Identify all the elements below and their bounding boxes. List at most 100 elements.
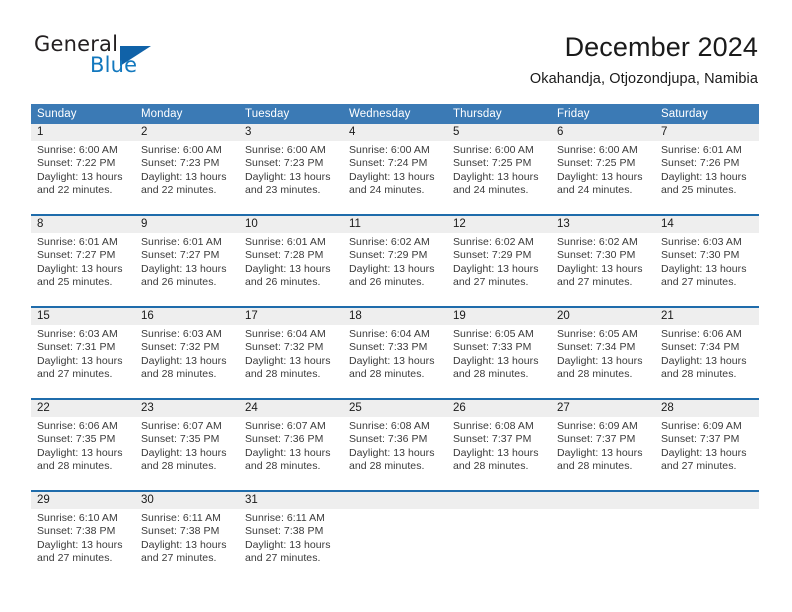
calendar-day-cell[interactable]: 22 Sunrise: 6:06 AM Sunset: 7:35 PM Dayligh… <box>31 400 135 480</box>
sunrise-text: Sunrise: 6:03 AM <box>141 328 222 340</box>
sunset-text: Sunset: 7:38 PM <box>141 525 220 538</box>
calendar-day-cell[interactable]: 3 Sunrise: 6:00 AM Sunset: 7:23 PM Daylight… <box>239 124 343 204</box>
sunset-text: Sunset: 7:31 PM <box>37 341 116 354</box>
day-details: Sunrise: 6:01 AM Sunset: 7:27 PM Daylight:… <box>135 233 239 290</box>
weekday-header-row: Sunday Monday Tuesday Wednesday Thursday Frid… <box>31 104 759 124</box>
daylight-text: Daylight: 13 hours <box>245 538 331 551</box>
daylight-text: Daylight: 13 hours <box>557 170 643 183</box>
daylight-text: Daylight: 13 hours <box>37 446 123 459</box>
calendar-day-cell[interactable]: 29 Sunrise: 6:10 AM Sunset: 7:38 PM Dayligh… <box>31 492 135 572</box>
calendar-day-cell[interactable]: 27 Sunrise: 6:09 AM Sunset: 7:37 PM Dayligh… <box>551 400 655 480</box>
sunset-text: Sunset: 7:38 PM <box>37 525 116 538</box>
daylight-text: and 22 minutes. <box>141 184 217 197</box>
daylight-text: Daylight: 13 hours <box>245 262 331 275</box>
day-number: 21 <box>655 308 759 325</box>
daylight-text: and 22 minutes. <box>37 184 113 197</box>
day-details: Sunrise: 6:05 AM Sunset: 7:34 PM Daylight:… <box>551 325 655 382</box>
calendar-day-cell[interactable]: 21 Sunrise: 6:06 AM Sunset: 7:34 PM Dayligh… <box>655 308 759 388</box>
day-number: 11 <box>343 216 447 233</box>
day-details: Sunrise: 6:00 AM Sunset: 7:23 PM Daylight:… <box>239 141 343 198</box>
calendar-day-cell[interactable]: 7 Sunrise: 6:01 AM Sunset: 7:26 PM Daylight… <box>655 124 759 204</box>
day-details: Sunrise: 6:00 AM Sunset: 7:25 PM Daylight:… <box>551 141 655 198</box>
calendar-day-cell[interactable]: 16 Sunrise: 6:03 AM Sunset: 7:32 PM Dayligh… <box>135 308 239 388</box>
weekday-header-wednesday: Wednesday <box>349 108 411 120</box>
calendar-day-cell[interactable]: 24 Sunrise: 6:07 AM Sunset: 7:36 PM Dayligh… <box>239 400 343 480</box>
daylight-text: Daylight: 13 hours <box>349 354 435 367</box>
sunrise-text: Sunrise: 6:04 AM <box>349 328 430 340</box>
calendar-day-cell[interactable]: 19 Sunrise: 6:05 AM Sunset: 7:33 PM Dayligh… <box>447 308 551 388</box>
day-details: Sunrise: 6:07 AM Sunset: 7:35 PM Daylight:… <box>135 417 239 474</box>
calendar-day-cell[interactable]: 8 Sunrise: 6:01 AM Sunset: 7:27 PM Daylight… <box>31 216 135 296</box>
weekday-header-monday: Monday <box>141 108 183 120</box>
day-number: 24 <box>239 400 343 417</box>
day-number: 20 <box>551 308 655 325</box>
day-details: Sunrise: 6:02 AM Sunset: 7:29 PM Daylight:… <box>447 233 551 290</box>
calendar-day-cell-empty <box>655 492 759 572</box>
sunset-text: Sunset: 7:27 PM <box>141 249 220 262</box>
calendar-day-cell[interactable]: 23 Sunrise: 6:07 AM Sunset: 7:35 PM Dayligh… <box>135 400 239 480</box>
day-details: Sunrise: 6:08 AM Sunset: 7:36 PM Daylight:… <box>343 417 447 474</box>
calendar-day-cell[interactable]: 5 Sunrise: 6:00 AM Sunset: 7:25 PM Daylight… <box>447 124 551 204</box>
calendar-day-cell[interactable]: 4 Sunrise: 6:00 AM Sunset: 7:24 PM Daylight… <box>343 124 447 204</box>
calendar-day-cell[interactable]: 14 Sunrise: 6:03 AM Sunset: 7:30 PM Dayligh… <box>655 216 759 296</box>
day-number: 29 <box>31 492 135 509</box>
calendar-day-cell[interactable]: 13 Sunrise: 6:02 AM Sunset: 7:30 PM Dayligh… <box>551 216 655 296</box>
page-title: December 2024 <box>564 32 758 62</box>
sunset-text: Sunset: 7:36 PM <box>349 433 428 446</box>
day-number: 16 <box>135 308 239 325</box>
day-number: 18 <box>343 308 447 325</box>
day-number: 8 <box>31 216 135 233</box>
calendar-day-cell[interactable]: 31 Sunrise: 6:11 AM Sunset: 7:38 PM Dayligh… <box>239 492 343 572</box>
day-number: 27 <box>551 400 655 417</box>
calendar-day-cell[interactable]: 11 Sunrise: 6:02 AM Sunset: 7:29 PM Dayligh… <box>343 216 447 296</box>
sunrise-text: Sunrise: 6:01 AM <box>37 236 118 248</box>
page-header: General Blue December 2024 Okahandja, Ot… <box>0 0 792 100</box>
daylight-text: and 28 minutes. <box>453 460 529 473</box>
calendar-day-cell[interactable]: 25 Sunrise: 6:08 AM Sunset: 7:36 PM Dayligh… <box>343 400 447 480</box>
calendar-day-cell[interactable]: 12 Sunrise: 6:02 AM Sunset: 7:29 PM Dayligh… <box>447 216 551 296</box>
calendar-weeks: 1 Sunrise: 6:00 AM Sunset: 7:22 PM Daylight… <box>31 124 759 572</box>
calendar-day-cell[interactable]: 26 Sunrise: 6:08 AM Sunset: 7:37 PM Dayligh… <box>447 400 551 480</box>
brand-logo[interactable]: General Blue <box>34 34 214 86</box>
day-number: 7 <box>655 124 759 141</box>
day-number: 10 <box>239 216 343 233</box>
calendar-day-cell[interactable]: 17 Sunrise: 6:04 AM Sunset: 7:32 PM Dayligh… <box>239 308 343 388</box>
calendar-day-cell[interactable]: 10 Sunrise: 6:01 AM Sunset: 7:28 PM Dayligh… <box>239 216 343 296</box>
sunset-text: Sunset: 7:30 PM <box>557 249 636 262</box>
day-number <box>447 492 551 509</box>
sunrise-text: Sunrise: 6:00 AM <box>37 144 118 156</box>
day-number <box>551 492 655 509</box>
calendar-day-cell[interactable]: 20 Sunrise: 6:05 AM Sunset: 7:34 PM Dayligh… <box>551 308 655 388</box>
day-number: 9 <box>135 216 239 233</box>
daylight-text: and 26 minutes. <box>245 276 321 289</box>
calendar-day-cell[interactable]: 9 Sunrise: 6:01 AM Sunset: 7:27 PM Daylight… <box>135 216 239 296</box>
daylight-text: Daylight: 13 hours <box>245 446 331 459</box>
calendar-day-cell[interactable]: 6 Sunrise: 6:00 AM Sunset: 7:25 PM Daylight… <box>551 124 655 204</box>
calendar-day-cell[interactable]: 18 Sunrise: 6:04 AM Sunset: 7:33 PM Dayligh… <box>343 308 447 388</box>
daylight-text: and 27 minutes. <box>245 552 321 565</box>
calendar-day-cell[interactable]: 1 Sunrise: 6:00 AM Sunset: 7:22 PM Daylight… <box>31 124 135 204</box>
daylight-text: Daylight: 13 hours <box>37 354 123 367</box>
calendar-day-cell[interactable]: 28 Sunrise: 6:09 AM Sunset: 7:37 PM Dayligh… <box>655 400 759 480</box>
sunrise-text: Sunrise: 6:04 AM <box>245 328 326 340</box>
daylight-text: Daylight: 13 hours <box>661 446 747 459</box>
day-number: 4 <box>343 124 447 141</box>
calendar-day-cell[interactable]: 2 Sunrise: 6:00 AM Sunset: 7:23 PM Daylight… <box>135 124 239 204</box>
day-details: Sunrise: 6:09 AM Sunset: 7:37 PM Daylight:… <box>655 417 759 474</box>
day-number: 25 <box>343 400 447 417</box>
day-details: Sunrise: 6:03 AM Sunset: 7:31 PM Daylight:… <box>31 325 135 382</box>
calendar-week-row: 1 Sunrise: 6:00 AM Sunset: 7:22 PM Daylight… <box>31 124 759 204</box>
calendar-day-cell[interactable]: 30 Sunrise: 6:11 AM Sunset: 7:38 PM Dayligh… <box>135 492 239 572</box>
calendar-week-row: 22 Sunrise: 6:06 AM Sunset: 7:35 PM Dayligh… <box>31 398 759 480</box>
calendar-day-cell[interactable]: 15 Sunrise: 6:03 AM Sunset: 7:31 PM Dayligh… <box>31 308 135 388</box>
sunrise-text: Sunrise: 6:11 AM <box>141 512 221 524</box>
day-number: 6 <box>551 124 655 141</box>
sunrise-text: Sunrise: 6:01 AM <box>141 236 222 248</box>
daylight-text: Daylight: 13 hours <box>141 446 227 459</box>
daylight-text: Daylight: 13 hours <box>453 354 539 367</box>
day-number: 19 <box>447 308 551 325</box>
daylight-text: and 28 minutes. <box>37 460 113 473</box>
daylight-text: Daylight: 13 hours <box>453 446 539 459</box>
daylight-text: and 25 minutes. <box>661 184 737 197</box>
daylight-text: Daylight: 13 hours <box>141 538 227 551</box>
